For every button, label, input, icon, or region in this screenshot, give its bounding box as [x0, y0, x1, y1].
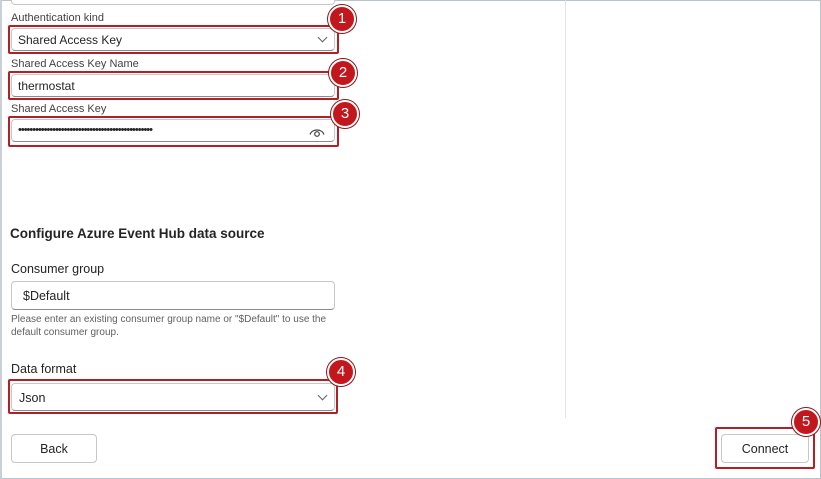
- data-format-label: Data format: [11, 362, 77, 376]
- consumer-group-input[interactable]: $Default: [11, 281, 335, 310]
- callout-badge-4: 4: [327, 358, 355, 386]
- highlight-box-1: [8, 25, 339, 54]
- callout-badge-3: 3: [331, 100, 359, 128]
- highlight-box-2: [8, 71, 339, 100]
- callout-badge-1: 1: [328, 5, 356, 33]
- panel-divider: [565, 0, 566, 418]
- callout-badge-5: 5: [792, 408, 820, 436]
- left-border: [0, 0, 2, 479]
- consumer-group-value: $Default: [23, 289, 70, 303]
- callout-badge-2: 2: [329, 59, 357, 87]
- auth-kind-label: Authentication kind: [11, 12, 104, 24]
- sak-label: Shared Access Key: [11, 103, 107, 115]
- back-button[interactable]: Back: [11, 434, 97, 463]
- consumer-group-label: Consumer group: [11, 262, 105, 276]
- section-title: Configure Azure Event Hub data source: [10, 226, 265, 241]
- highlight-box-3: [8, 116, 339, 147]
- cutoff-field[interactable]: [11, 0, 335, 5]
- consumer-group-help: Please enter an existing consumer group …: [11, 314, 327, 338]
- highlight-box-4: [8, 379, 338, 414]
- sak-name-label: Shared Access Key Name: [11, 58, 139, 70]
